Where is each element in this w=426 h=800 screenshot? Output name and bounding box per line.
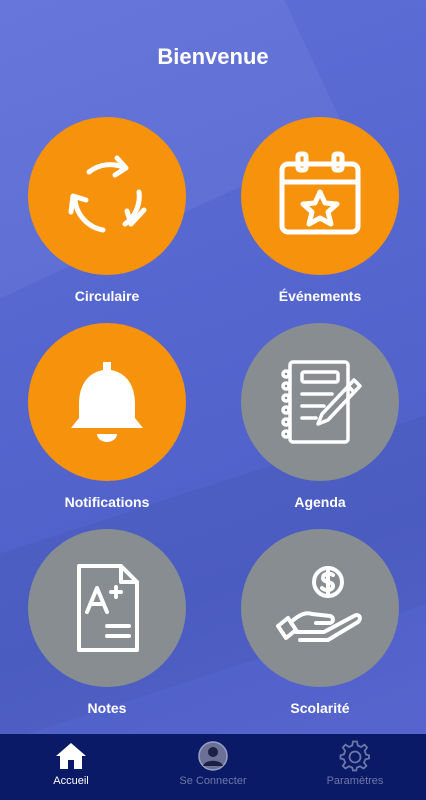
gear-icon xyxy=(339,740,370,772)
recycle-arrows-icon xyxy=(68,155,147,233)
tile-label: Scolarité xyxy=(290,700,350,716)
tile-label: Notes xyxy=(87,700,127,716)
bell-icon xyxy=(71,362,143,442)
tile-notifications[interactable]: Notifications xyxy=(27,323,187,510)
tile-circle[interactable] xyxy=(241,117,399,275)
tile-circle[interactable] xyxy=(241,529,399,687)
notebook-pen-icon xyxy=(281,360,362,444)
tile-circulaire[interactable]: Circulaire xyxy=(27,117,187,304)
nav-se-connecter[interactable]: Se Connecter xyxy=(142,734,284,800)
nav-label: Se Connecter xyxy=(179,775,247,787)
nav-label: Accueil xyxy=(53,775,89,787)
tile-scolarite[interactable]: Scolarité xyxy=(240,529,400,716)
hand-dollar-icon xyxy=(276,566,362,642)
calendar-star-icon xyxy=(279,151,361,235)
tile-circle[interactable] xyxy=(28,323,186,481)
tile-notes[interactable]: Notes xyxy=(27,529,187,716)
tile-label: Notifications xyxy=(64,494,150,510)
nav-accueil[interactable]: Accueil xyxy=(0,734,142,800)
home-icon xyxy=(56,743,86,769)
tile-circle[interactable] xyxy=(28,529,186,687)
tile-circle[interactable] xyxy=(241,323,399,481)
user-avatar-icon xyxy=(198,741,228,771)
tile-circle[interactable] xyxy=(28,117,186,275)
nav-label: Paramètres xyxy=(326,775,384,787)
nav-parametres[interactable]: Paramètres xyxy=(284,734,426,800)
tile-agenda[interactable]: Agenda xyxy=(240,323,400,510)
grade-document-icon xyxy=(77,564,139,652)
tile-label: Agenda xyxy=(294,494,346,510)
tile-label: Circulaire xyxy=(74,288,140,304)
tile-evenements[interactable]: Événements xyxy=(240,117,400,304)
bottom-navigation: Accueil Se Connecter Paramètres xyxy=(0,734,426,800)
tile-label: Événements xyxy=(278,288,362,304)
page-title: Bienvenue xyxy=(157,44,269,69)
